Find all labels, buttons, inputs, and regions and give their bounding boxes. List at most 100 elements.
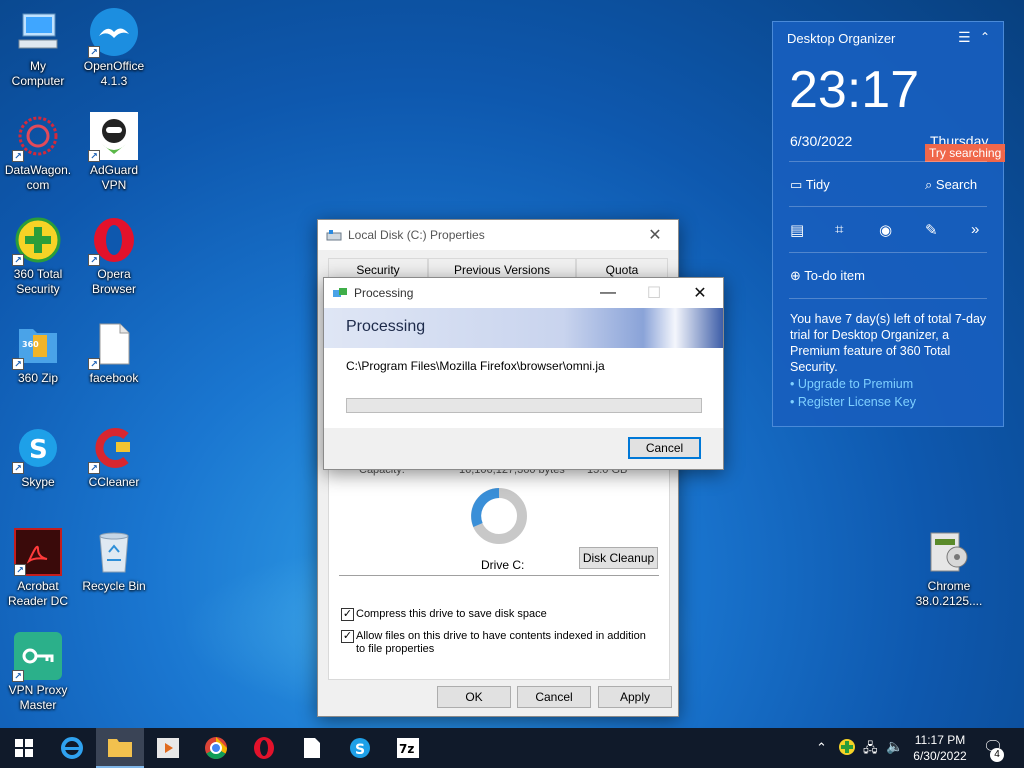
- desktop-icon-label: 360 Total Security: [13, 267, 63, 296]
- tidy-label: Tidy: [805, 177, 830, 192]
- collapse-icon[interactable]: ⌃: [980, 30, 990, 44]
- register-link[interactable]: • Register License Key: [790, 395, 916, 409]
- desktop-icon-360-zip[interactable]: 360 ↗ 360 Zip: [0, 320, 76, 386]
- desktop-icon-opera[interactable]: ↗ Opera Browser: [76, 216, 152, 297]
- index-checkbox[interactable]: ✓: [341, 630, 354, 643]
- crop-icon[interactable]: ⌗: [835, 221, 843, 238]
- ie-taskbar-icon[interactable]: [48, 728, 96, 768]
- apply-button[interactable]: Apply: [598, 686, 672, 708]
- close-icon[interactable]: ✕: [632, 220, 678, 250]
- show-hidden-icons-icon[interactable]: ⌃: [816, 740, 827, 756]
- desktop-icon-vpn-proxy-master[interactable]: ↗ VPN Proxy Master: [0, 632, 76, 713]
- organizer-date: 6/30/2022: [790, 133, 853, 149]
- processing-dialog[interactable]: Processing — ☐ ✕ Processing C:\Program F…: [323, 277, 724, 470]
- desktop-icon-my-computer[interactable]: My Computer: [0, 8, 76, 89]
- divider: [789, 252, 987, 253]
- 360-total-security-icon: ↗: [12, 216, 62, 266]
- notepad-taskbar-icon[interactable]: [288, 728, 336, 768]
- more-icon[interactable]: »: [971, 221, 979, 238]
- tidy-button[interactable]: ▭ Tidy: [790, 177, 830, 193]
- desktop-icon-adguard[interactable]: ↗ AdGuard VPN: [76, 112, 152, 193]
- organizer-title: Desktop Organizer: [787, 31, 896, 46]
- desktop-icon-label: AdGuard VPN: [89, 163, 139, 192]
- minimize-icon[interactable]: —: [585, 278, 631, 308]
- processing-header: Processing: [324, 308, 723, 348]
- clock[interactable]: 11:17 PM 6/30/2022: [913, 732, 967, 764]
- note-icon[interactable]: ✎: [925, 221, 938, 239]
- desktop-icon-label: Acrobat Reader DC: [7, 579, 69, 608]
- 7zip-taskbar-icon[interactable]: 7z: [384, 728, 432, 768]
- media-player-taskbar-icon[interactable]: [144, 728, 192, 768]
- add-circle-icon: ⊕: [790, 268, 801, 283]
- opera-taskbar-icon[interactable]: [240, 728, 288, 768]
- 360-zip-icon: 360 ↗: [12, 320, 62, 370]
- upgrade-link[interactable]: • Upgrade to Premium: [790, 377, 913, 391]
- windows-icon: [15, 739, 33, 757]
- properties-titlebar[interactable]: Local Disk (C:) Properties ✕: [318, 220, 678, 250]
- divider: [339, 575, 659, 576]
- search-icon: ⌕: [925, 177, 933, 192]
- file-explorer-taskbar-icon[interactable]: [96, 728, 144, 768]
- chrome-installer-icon: [925, 528, 973, 576]
- monitor-icon: ▭: [790, 177, 803, 192]
- desktop-icon-chrome-installer[interactable]: Chrome 38.0.2125....: [911, 528, 987, 609]
- processing-titlebar[interactable]: Processing — ☐ ✕: [324, 278, 723, 308]
- adguard-icon: ↗: [88, 112, 138, 162]
- processing-cancel-button[interactable]: Cancel: [628, 437, 701, 459]
- desktop-icon-label: CCleaner: [88, 475, 140, 489]
- desktop-icon-label: Recycle Bin: [82, 579, 146, 593]
- maximize-icon: ☐: [646, 285, 662, 302]
- chrome-taskbar-icon[interactable]: [192, 728, 240, 768]
- search-tooltip: Try searching for: [925, 144, 1005, 162]
- clock-date: 6/30/2022: [913, 749, 967, 763]
- desktop-icon-ccleaner[interactable]: ↗ CCleaner: [76, 424, 152, 490]
- skype-taskbar-icon[interactable]: S: [336, 728, 384, 768]
- todo-label: To-do item: [804, 268, 865, 283]
- desktop-icon-skype[interactable]: S ↗ Skype: [0, 424, 76, 490]
- disk-cleanup-button[interactable]: Disk Cleanup: [579, 547, 658, 569]
- svg-text:7z: 7z: [399, 742, 414, 756]
- acrobat-icon: ↗: [14, 528, 62, 576]
- properties-title: Local Disk (C:) Properties: [348, 228, 485, 242]
- desktop-icon-openoffice[interactable]: ↗ OpenOffice 4.1.3: [76, 8, 152, 89]
- desktop-icon-label: DataWagon. com: [4, 163, 72, 192]
- divider: [789, 298, 987, 299]
- network-icon[interactable]: 🖧: [863, 739, 878, 761]
- desktop-icon-datawagon[interactable]: ↗ DataWagon. com: [0, 112, 76, 193]
- desktop-icon-acrobat[interactable]: ↗ Acrobat Reader DC: [0, 528, 76, 609]
- desktop-icon-label: My Computer: [11, 59, 65, 88]
- desktop-icon-label: 360 Zip: [17, 371, 59, 385]
- cancel-button[interactable]: Cancel: [517, 686, 591, 708]
- clock-time: 11:17 PM: [914, 733, 966, 747]
- divider: [789, 161, 987, 162]
- start-button[interactable]: [0, 728, 48, 768]
- file-icon: ↗: [88, 320, 138, 370]
- svg-text:S: S: [29, 435, 48, 465]
- ok-button[interactable]: OK: [437, 686, 511, 708]
- desktop-icon-facebook[interactable]: ↗ facebook: [76, 320, 152, 386]
- volume-icon[interactable]: 🔈: [886, 738, 903, 755]
- todo-button[interactable]: ⊕ To-do item: [790, 268, 865, 284]
- processing-heading: Processing: [346, 318, 426, 335]
- datawagon-icon: ↗: [12, 112, 62, 162]
- trial-text: You have 7 day(s) left of total 7-day tr…: [790, 312, 987, 374]
- menu-icon[interactable]: ☰: [958, 29, 971, 46]
- desktop-icon-label: VPN Proxy Master: [8, 683, 68, 712]
- desktop-organizer-panel[interactable]: Desktop Organizer ☰ ⌃ 23:17 6/30/2022 Th…: [772, 21, 1005, 427]
- processing-title: Processing: [354, 286, 414, 300]
- 360-tray-icon[interactable]: [838, 738, 856, 759]
- drive-icon: [326, 227, 342, 243]
- taskbar: S 7z ⌃ 🖧 🔈 11:17 PM 6/30/2022 🗨 4: [0, 728, 1024, 768]
- compress-checkbox[interactable]: ✓: [341, 608, 354, 621]
- drive-label: Drive C:: [481, 558, 525, 572]
- close-icon[interactable]: ✕: [677, 278, 723, 308]
- compress-label: Compress this drive to save disk space: [356, 608, 547, 620]
- progress-bar: [346, 398, 702, 413]
- desktop-icon-360-total-security[interactable]: ↗ 360 Total Security: [0, 216, 76, 297]
- eye-icon[interactable]: ◉: [879, 221, 892, 239]
- book-icon[interactable]: ▤: [790, 221, 804, 239]
- desktop-icon-recycle-bin[interactable]: Recycle Bin: [76, 528, 152, 594]
- search-button[interactable]: ⌕ Search: [925, 177, 977, 193]
- disk-usage-donut: [470, 487, 528, 545]
- svg-text:S: S: [355, 742, 365, 758]
